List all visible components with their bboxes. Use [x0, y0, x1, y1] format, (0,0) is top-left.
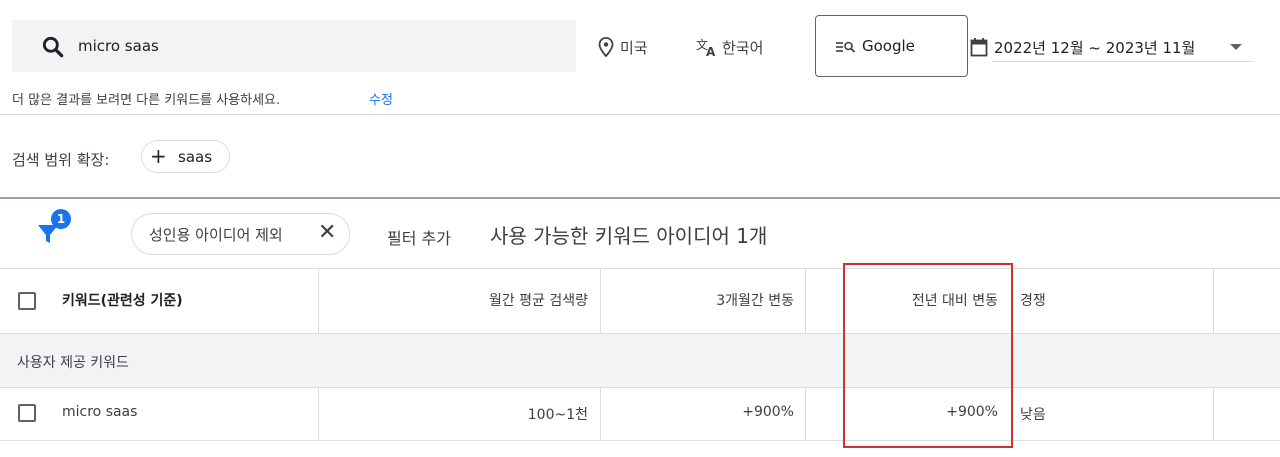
column-header-keyword[interactable]: 키워드(관련성 기준) [62, 290, 183, 310]
select-all-checkbox[interactable] [18, 292, 36, 310]
column-divider [318, 269, 319, 333]
broaden-chip-label[interactable]: saas [178, 148, 212, 166]
calendar-icon [970, 38, 988, 57]
group-header-row [0, 333, 1280, 387]
add-filter-button[interactable]: 필터 추가 [387, 225, 451, 249]
column-divider [805, 387, 806, 440]
row-divider [0, 440, 1280, 441]
edit-link[interactable]: 수정 [369, 89, 393, 108]
column-divider [600, 269, 601, 333]
translate-icon: 文 A [696, 37, 716, 57]
divider [0, 114, 1280, 115]
close-icon[interactable]: ✕ [318, 222, 336, 244]
column-divider [1213, 387, 1214, 440]
row-divider [0, 387, 1280, 388]
column-divider [318, 387, 319, 440]
more-results-hint: 더 많은 결과를 보려면 다른 키워드를 사용하세요. [12, 93, 281, 108]
column-header-three-month-change[interactable]: 3개월간 변동 [716, 290, 794, 310]
row-keyword: micro saas [62, 404, 138, 420]
broaden-search-label: 검색 범위 확장: [12, 151, 110, 169]
network-label[interactable]: Google [862, 37, 915, 55]
date-range-underline [992, 61, 1254, 62]
dropdown-arrow-icon[interactable] [1230, 44, 1242, 50]
group-header-label: 사용자 제공 키워드 [17, 355, 129, 371]
exclude-adult-ideas-label: 성인용 아이디어 제외 [149, 226, 283, 244]
row-divider [0, 333, 1280, 334]
network-search-icon [836, 41, 856, 53]
row-three-month-change: +900% [742, 404, 794, 420]
search-query-text[interactable]: micro saas [78, 37, 159, 55]
plus-icon: + [150, 144, 167, 168]
row-checkbox[interactable] [18, 404, 36, 422]
column-header-monthly-searches[interactable]: 월간 평균 검색량 [489, 290, 588, 310]
row-competition: 낮음 [1020, 407, 1046, 423]
svg-text:A: A [706, 45, 716, 57]
search-icon [42, 36, 64, 58]
location-pin-icon [598, 37, 614, 57]
column-divider [805, 269, 806, 333]
column-header-competition[interactable]: 경쟁 [1020, 290, 1046, 310]
row-monthly-searches: 100~1천 [527, 407, 588, 423]
highlight-box [843, 263, 1013, 448]
divider [0, 268, 1280, 269]
date-range-selector[interactable]: 2022년 12월 ~ 2023년 11월 [994, 37, 1195, 58]
location-selector[interactable]: 미국 [620, 37, 648, 58]
filter-count-badge: 1 [51, 209, 71, 229]
keyword-ideas-count: 사용 가능한 키워드 아이디어 1개 [490, 224, 768, 248]
language-selector[interactable]: 한국어 [722, 37, 763, 58]
section-divider [0, 197, 1280, 199]
column-divider [1213, 269, 1214, 333]
column-divider [600, 387, 601, 440]
